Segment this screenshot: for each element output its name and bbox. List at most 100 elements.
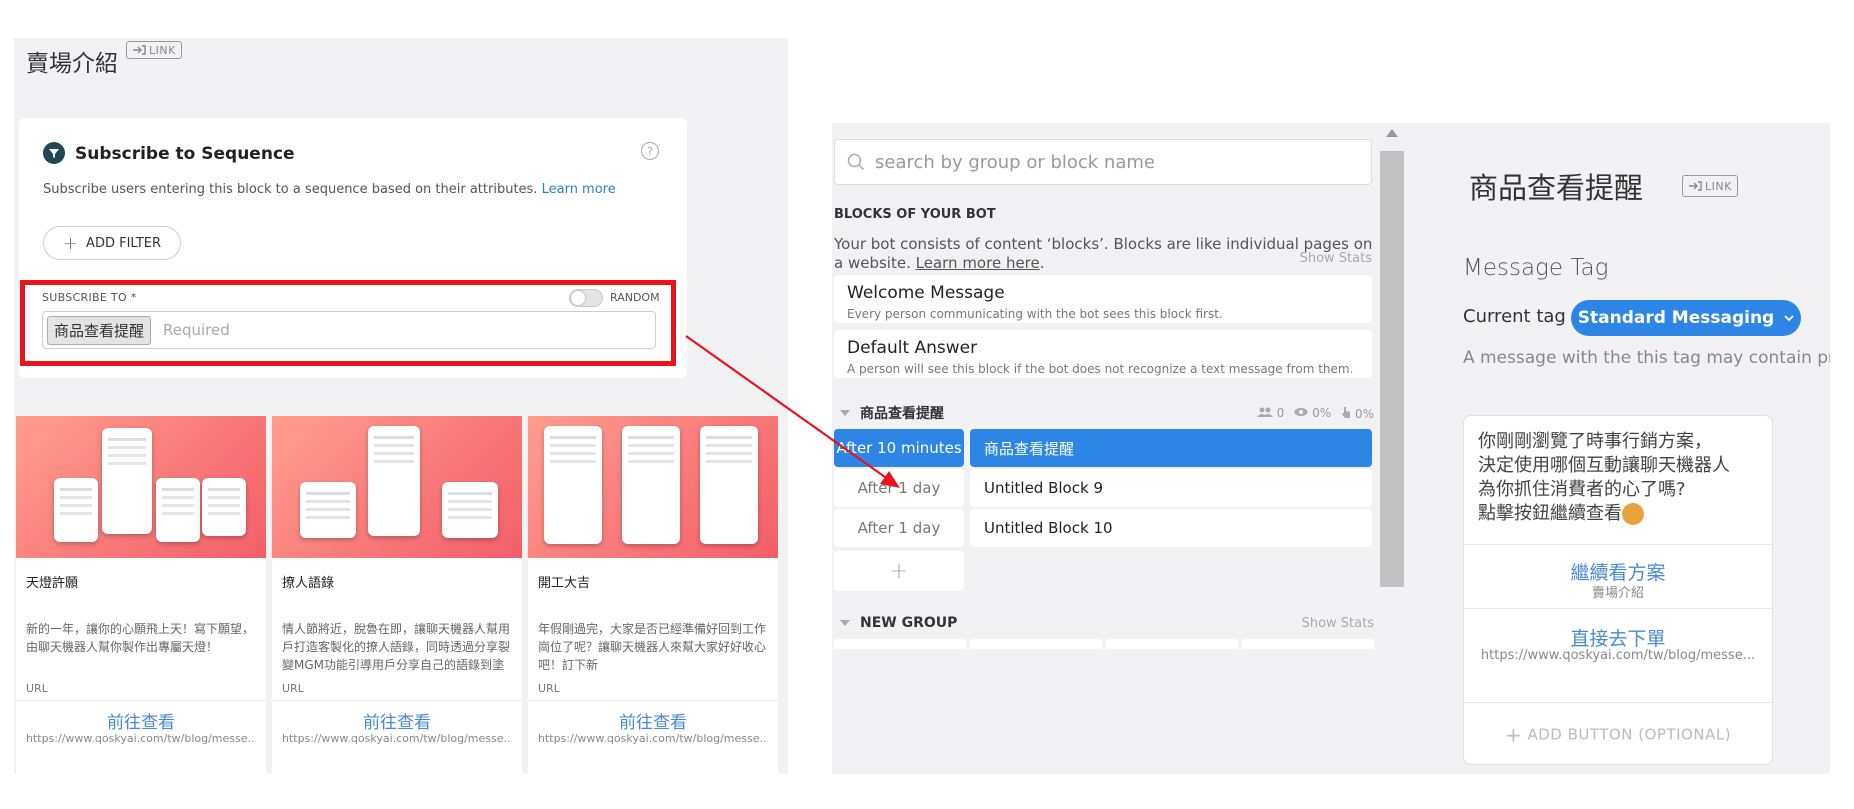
tag-description: A message with the this tag may contain … — [1463, 348, 1830, 368]
sequence-delay[interactable]: After 1 day — [834, 509, 964, 547]
block-subtitle: A person will see this block if the bot … — [847, 362, 1354, 376]
template-image — [528, 416, 778, 558]
sequence-tag-input[interactable]: 商品查看提醒 Required — [42, 311, 656, 349]
card-description: Subscribe users entering this block to a… — [43, 182, 616, 197]
template-button[interactable]: 前往查看 — [16, 708, 266, 733]
divider — [16, 700, 266, 701]
template-button[interactable]: 前往查看 — [272, 708, 522, 733]
message-text[interactable]: 你剛剛瀏覽了時事行銷方案， 決定使用哪個互動讓聊天機器人 為你抓住消費者的心了嗎… — [1478, 430, 1758, 526]
sequence-group-header[interactable]: 商品查看提醒 0 0% 0% — [834, 403, 1374, 423]
left-block-editor: 賣場介紹 LINK Subscribe to Sequence ? Subscr… — [14, 38, 788, 774]
description-text: Subscribe users entering this block to a… — [43, 182, 538, 197]
add-filter-label: ADD FILTER — [86, 235, 162, 251]
chevron-down-icon — [1784, 314, 1794, 321]
plus-icon: + — [62, 232, 79, 254]
divider — [1464, 544, 1772, 545]
sequence-block[interactable]: 商品查看提醒 — [970, 429, 1372, 467]
subscribe-to-label: SUBSCRIBE TO * — [42, 291, 137, 304]
template-card: 天燈許願 新的一年，讓你的心願飛上天！寫下願望，由聊天機器人幫你製作出專屬天燈！… — [16, 416, 266, 774]
sequence-block[interactable]: Untitled Block 10 — [970, 509, 1372, 547]
add-button-label: ADD BUTTON (OPTIONAL) — [1527, 725, 1732, 744]
url-label: URL — [538, 682, 560, 695]
partial-block-row — [834, 639, 1374, 649]
divider — [1464, 608, 1772, 609]
sequence-delay[interactable]: After 10 minutes — [834, 429, 964, 467]
learn-more-link[interactable]: Learn more — [542, 182, 616, 197]
scroll-up-arrow-icon[interactable] — [1386, 129, 1398, 137]
block-name: Welcome Message — [847, 283, 1005, 303]
template-image — [16, 416, 266, 558]
blocks-heading: BLOCKS OF YOUR BOT — [834, 207, 996, 222]
message-tag-dropdown[interactable]: Standard Messaging — [1571, 300, 1801, 336]
learn-more-link[interactable]: Learn more here — [916, 254, 1040, 272]
link-label: LINK — [149, 43, 176, 57]
block-welcome-message[interactable]: Welcome Message Every person communicati… — [834, 275, 1372, 323]
template-title: 撩人語錄 — [282, 576, 335, 591]
divider — [1464, 702, 1772, 703]
message-button[interactable]: 繼續看方案 — [1464, 558, 1772, 585]
message-tag-value: Standard Messaging — [1577, 308, 1775, 328]
random-label: RANDOM — [610, 291, 660, 304]
pointing-hand-emoji-icon — [1622, 503, 1644, 525]
sequence-tag-chip[interactable]: 商品查看提醒 — [47, 315, 152, 345]
template-description: 年假剛過完，大家是否已經準備好回到工作崗位了呢？讓聊天機器人來幫大家好好收心吧！… — [538, 622, 767, 672]
clicked-stat: 0% — [1341, 406, 1374, 421]
random-toggle[interactable] — [569, 289, 603, 307]
search-input[interactable]: search by group or block name — [834, 139, 1372, 185]
template-description: 新的一年，讓你的心願飛上天！寫下願望，由聊天機器人幫你製作出專屬天燈！ — [26, 622, 255, 654]
group-name: NEW GROUP — [860, 615, 958, 631]
users-icon — [1256, 407, 1273, 417]
url-label: URL — [26, 682, 48, 695]
scrollbar-thumb[interactable] — [1380, 151, 1404, 587]
message-button-target: https://www.qoskyai.com/tw/blog/messe... — [1480, 648, 1756, 663]
block-subtitle: Every person communicating with the bot … — [847, 307, 1223, 321]
sequence-row[interactable]: After 1 day Untitled Block 10 — [834, 509, 1372, 547]
link-button[interactable]: LINK — [126, 41, 182, 59]
message-button-target: 賣場介紹 — [1591, 586, 1644, 601]
help-icon[interactable]: ? — [641, 142, 659, 160]
template-button-url: https://www.qoskyai.com/tw/blog/messe... — [282, 732, 512, 745]
collapse-caret-icon[interactable] — [840, 620, 850, 626]
template-card: 開工大吉 年假剛過完，大家是否已經準備好回到工作崗位了呢？讓聊天機器人來幫大家好… — [528, 416, 778, 774]
eye-icon — [1294, 407, 1308, 416]
block-name: Default Answer — [847, 338, 978, 358]
block-title: 商品查看提醒 — [1469, 171, 1644, 205]
blocks-sidebar: search by group or block name BLOCKS OF … — [832, 123, 1406, 774]
show-stats-link[interactable]: Show Stats — [1300, 251, 1372, 266]
template-button-url: https://www.qoskyai.com/tw/blog/messe... — [538, 732, 768, 745]
collapse-caret-icon[interactable] — [840, 410, 850, 416]
link-button[interactable]: LINK — [1682, 175, 1738, 197]
subscribe-to-field-highlight: SUBSCRIBE TO * RANDOM 商品查看提醒 Required — [20, 280, 676, 366]
link-label: LINK — [1705, 179, 1732, 193]
message-tag-heading: Message Tag — [1463, 255, 1609, 281]
search-placeholder: search by group or block name — [875, 151, 1155, 173]
url-label: URL — [282, 682, 304, 695]
template-image — [272, 416, 522, 558]
scrollbar[interactable] — [1380, 123, 1404, 774]
message-button[interactable]: 直接去下單 — [1464, 624, 1772, 651]
add-filter-button[interactable]: + ADD FILTER — [43, 226, 181, 260]
add-button-option[interactable]: + ADD BUTTON (OPTIONAL) — [1464, 723, 1772, 747]
current-tag-label: Current tag — [1463, 306, 1566, 327]
add-sequence-block-button[interactable]: + — [834, 551, 964, 591]
show-stats-link[interactable]: Show Stats — [1302, 616, 1374, 631]
sequence-block[interactable]: Untitled Block 9 — [970, 469, 1372, 507]
message-card: 你剛剛瀏覽了時事行銷方案， 決定使用哪個互動讓聊天機器人 為你抓住消費者的心了嗎… — [1463, 415, 1773, 765]
block-default-answer[interactable]: Default Answer A person will see this bl… — [834, 330, 1372, 378]
sequence-row[interactable]: After 10 minutes 商品查看提醒 — [834, 429, 1372, 467]
block-detail-panel: 商品查看提醒 LINK Message Tag Current tag Stan… — [1406, 123, 1830, 774]
users-stat: 0 — [1256, 406, 1284, 421]
plus-icon: + — [1504, 723, 1523, 747]
link-arrow-icon — [1689, 181, 1702, 191]
template-description: 情人節將近，脫魯在即，讓聊天機器人幫用戶打造客製化的撩人語錄，同時透過分享裂變M… — [282, 622, 511, 672]
pointer-hand-icon — [1342, 406, 1351, 418]
search-icon — [847, 153, 865, 171]
group-name: 商品查看提醒 — [860, 406, 944, 422]
template-title: 天燈許願 — [26, 576, 79, 591]
seen-stat: 0% — [1294, 406, 1331, 421]
sequence-delay[interactable]: After 1 day — [834, 469, 964, 507]
template-button[interactable]: 前往查看 — [528, 708, 778, 733]
card-title: Subscribe to Sequence — [75, 144, 295, 164]
sequence-row[interactable]: After 1 day Untitled Block 9 — [834, 469, 1372, 507]
new-group-header[interactable]: NEW GROUP Show Stats — [834, 615, 1374, 631]
